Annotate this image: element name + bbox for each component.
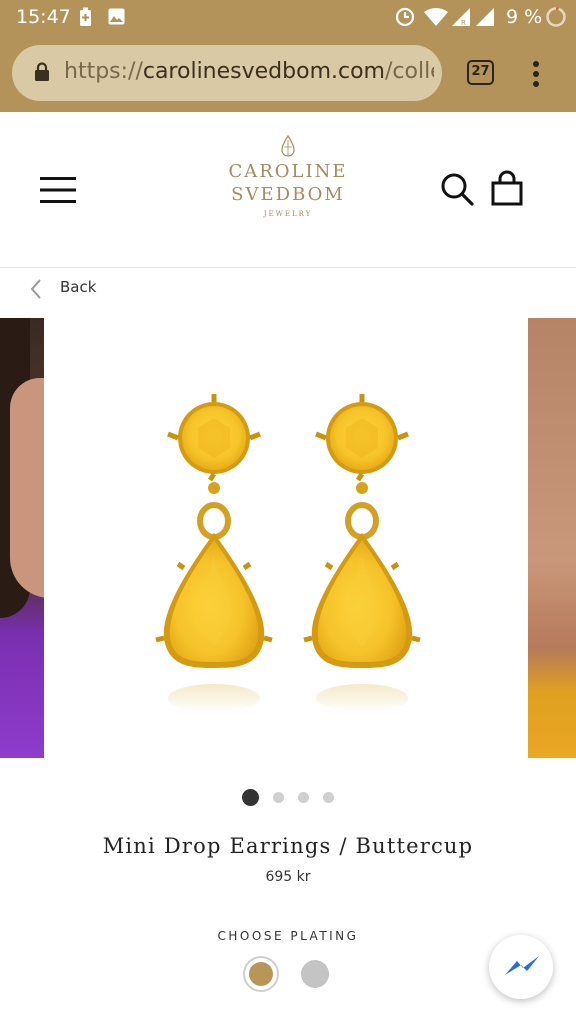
carousel-dot-4[interactable]	[323, 792, 334, 803]
back-label: Back	[60, 278, 97, 296]
status-time: 15:47	[16, 6, 71, 28]
brand-logo[interactable]: CAROLINE SVEDBOM JEWELRY	[218, 134, 358, 244]
plating-option-gold[interactable]	[243, 956, 279, 992]
gold-swatch-fill	[249, 962, 273, 986]
battery-saver-icon	[80, 7, 91, 26]
url-text[interactable]: https://carolinesvedbom.com/colle	[64, 59, 434, 84]
chevron-left-icon	[30, 279, 41, 299]
product-price: 695 kr	[265, 869, 311, 885]
data-saver-icon	[395, 7, 415, 27]
status-bar: 15:47 R 9 %	[0, 0, 576, 36]
lock-icon	[35, 62, 49, 81]
carousel-dot-1[interactable]	[242, 789, 259, 806]
image-icon	[108, 8, 125, 25]
url-path: /colle	[384, 59, 434, 84]
search-icon[interactable]	[440, 172, 474, 206]
product-image-carousel[interactable]	[0, 318, 576, 758]
site-header: CAROLINE SVEDBOM JEWELRY	[0, 112, 576, 268]
logo-line-3: JEWELRY	[263, 210, 313, 218]
product-image[interactable]	[44, 318, 528, 758]
browser-toolbar: https://carolinesvedbom.com/colle 27	[0, 36, 576, 112]
battery-ring-icon	[546, 7, 566, 27]
shopping-bag-icon[interactable]	[490, 170, 524, 206]
model-face	[10, 378, 44, 598]
plating-label: CHOOSE PLATING	[217, 929, 359, 943]
tab-switcher-button[interactable]: 27	[467, 60, 494, 85]
svg-text:R: R	[461, 19, 466, 27]
carousel-indicators	[0, 788, 576, 808]
carousel-dot-3[interactable]	[298, 792, 309, 803]
url-bar[interactable]: https://carolinesvedbom.com/colle	[12, 45, 442, 101]
crown-drop-icon	[281, 134, 295, 157]
url-scheme: https://	[64, 59, 143, 84]
hamburger-menu-icon[interactable]	[40, 176, 76, 204]
messenger-chat-button[interactable]	[489, 935, 553, 999]
plating-option-silver[interactable]	[301, 960, 329, 988]
signal-icon: R	[452, 8, 470, 27]
url-host: carolinesvedbom.com	[142, 59, 385, 84]
battery-percent: 9 %	[506, 6, 543, 28]
product-title: Mini Drop Earrings / Buttercup	[102, 834, 474, 858]
earrings-image	[155, 394, 421, 712]
carousel-dot-2[interactable]	[273, 792, 284, 803]
logo-line-1: CAROLINE	[228, 161, 348, 182]
logo-line-2: SVEDBOM	[231, 184, 345, 205]
next-image-peek[interactable]	[528, 318, 576, 758]
right-earring	[303, 394, 421, 712]
back-link[interactable]: Back	[28, 276, 148, 302]
more-menu-icon[interactable]	[532, 60, 540, 88]
wifi-icon	[424, 8, 448, 26]
signal-icon	[476, 8, 494, 26]
previous-image-peek[interactable]	[0, 318, 44, 758]
messenger-icon	[505, 956, 539, 975]
left-earring	[155, 394, 273, 712]
